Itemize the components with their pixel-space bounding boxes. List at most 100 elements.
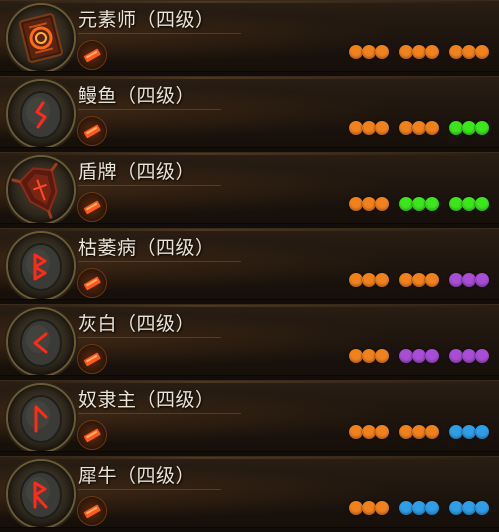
- socket-dot: [349, 197, 363, 211]
- socket-dot: [462, 425, 476, 439]
- socket-dot: [425, 425, 439, 439]
- socket-group-2: [399, 272, 439, 288]
- socket-group-2: [399, 44, 439, 60]
- socket-dot: [362, 273, 376, 287]
- forge-hammer-icon[interactable]: [78, 497, 106, 525]
- socket-dot: [462, 501, 476, 515]
- socket-dot: [449, 349, 463, 363]
- socket-dot: [399, 197, 413, 211]
- fiery-tome-icon: [8, 5, 74, 71]
- socket-group-1: [349, 272, 389, 288]
- socket-dot: [425, 273, 439, 287]
- socket-dot: [412, 197, 426, 211]
- socket-group-3: [449, 120, 489, 136]
- socket-group-1: [349, 196, 389, 212]
- item-name: 灰白（四级）: [78, 311, 222, 338]
- socket-group-3: [449, 196, 489, 212]
- socket-groups: [349, 348, 489, 364]
- rune-stone-icon: [8, 385, 74, 451]
- socket-dot: [349, 349, 363, 363]
- socket-dot: [475, 45, 489, 59]
- socket-dot: [462, 197, 476, 211]
- item-name: 盾牌（四级）: [78, 159, 222, 186]
- socket-group-3: [449, 44, 489, 60]
- socket-dot: [425, 121, 439, 135]
- socket-dot: [349, 121, 363, 135]
- socket-dot: [349, 45, 363, 59]
- socket-group-2: [399, 348, 439, 364]
- forge-hammer-icon[interactable]: [78, 41, 106, 69]
- socket-dot: [462, 273, 476, 287]
- forge-hammer-icon[interactable]: [78, 421, 106, 449]
- socket-dot: [462, 121, 476, 135]
- socket-dot: [425, 501, 439, 515]
- socket-dot: [362, 121, 376, 135]
- socket-dot: [375, 425, 389, 439]
- socket-dot: [349, 425, 363, 439]
- socket-groups: [349, 44, 489, 60]
- list-item[interactable]: 灰白（四级）: [0, 304, 499, 376]
- socket-dot: [462, 45, 476, 59]
- socket-dot: [399, 349, 413, 363]
- list-item[interactable]: 元素师（四级）: [0, 0, 499, 72]
- socket-group-3: [449, 272, 489, 288]
- runeword-list: 元素师（四级） 鳗鱼（四级） 盾牌（四级） 枯萎病（四级） 灰白（四级） 奴隶主…: [0, 0, 499, 532]
- list-item[interactable]: 犀牛（四级）: [0, 456, 499, 528]
- socket-dot: [362, 45, 376, 59]
- socket-dot: [462, 349, 476, 363]
- item-name: 元素师（四级）: [78, 7, 241, 34]
- socket-dot: [399, 273, 413, 287]
- list-item[interactable]: 奴隶主（四级）: [0, 380, 499, 452]
- list-item[interactable]: 盾牌（四级）: [0, 152, 499, 224]
- socket-dot: [375, 349, 389, 363]
- socket-dot: [449, 45, 463, 59]
- list-item[interactable]: 枯萎病（四级）: [0, 228, 499, 300]
- forge-hammer-icon[interactable]: [78, 193, 106, 221]
- socket-dot: [375, 273, 389, 287]
- socket-dot: [412, 121, 426, 135]
- forge-hammer-icon[interactable]: [78, 117, 106, 145]
- socket-group-2: [399, 500, 439, 516]
- item-name: 枯萎病（四级）: [78, 235, 241, 262]
- socket-dot: [475, 273, 489, 287]
- item-name: 鳗鱼（四级）: [78, 83, 222, 110]
- socket-group-1: [349, 44, 389, 60]
- socket-dot: [475, 425, 489, 439]
- socket-dot: [375, 197, 389, 211]
- socket-dot: [449, 197, 463, 211]
- socket-dot: [362, 197, 376, 211]
- socket-dot: [412, 45, 426, 59]
- socket-dot: [412, 425, 426, 439]
- socket-dot: [349, 273, 363, 287]
- socket-group-2: [399, 196, 439, 212]
- socket-dot: [362, 425, 376, 439]
- socket-groups: [349, 500, 489, 516]
- socket-groups: [349, 196, 489, 212]
- socket-group-2: [399, 120, 439, 136]
- socket-group-3: [449, 424, 489, 440]
- socket-groups: [349, 120, 489, 136]
- socket-dot: [449, 425, 463, 439]
- socket-dot: [375, 501, 389, 515]
- socket-dot: [399, 45, 413, 59]
- socket-dot: [475, 121, 489, 135]
- socket-dot: [425, 197, 439, 211]
- rune-stone-icon: [8, 309, 74, 375]
- socket-group-3: [449, 500, 489, 516]
- socket-dot: [412, 501, 426, 515]
- forge-hammer-icon[interactable]: [78, 345, 106, 373]
- socket-dot: [399, 425, 413, 439]
- socket-dot: [399, 501, 413, 515]
- rune-stone-icon: [8, 461, 74, 527]
- socket-dot: [412, 349, 426, 363]
- socket-group-1: [349, 500, 389, 516]
- socket-group-2: [399, 424, 439, 440]
- forge-hammer-icon[interactable]: [78, 269, 106, 297]
- socket-dot: [362, 501, 376, 515]
- list-item[interactable]: 鳗鱼（四级）: [0, 76, 499, 148]
- socket-dot: [375, 45, 389, 59]
- item-name: 犀牛（四级）: [78, 463, 222, 490]
- socket-dot: [449, 273, 463, 287]
- socket-group-1: [349, 120, 389, 136]
- socket-groups: [349, 424, 489, 440]
